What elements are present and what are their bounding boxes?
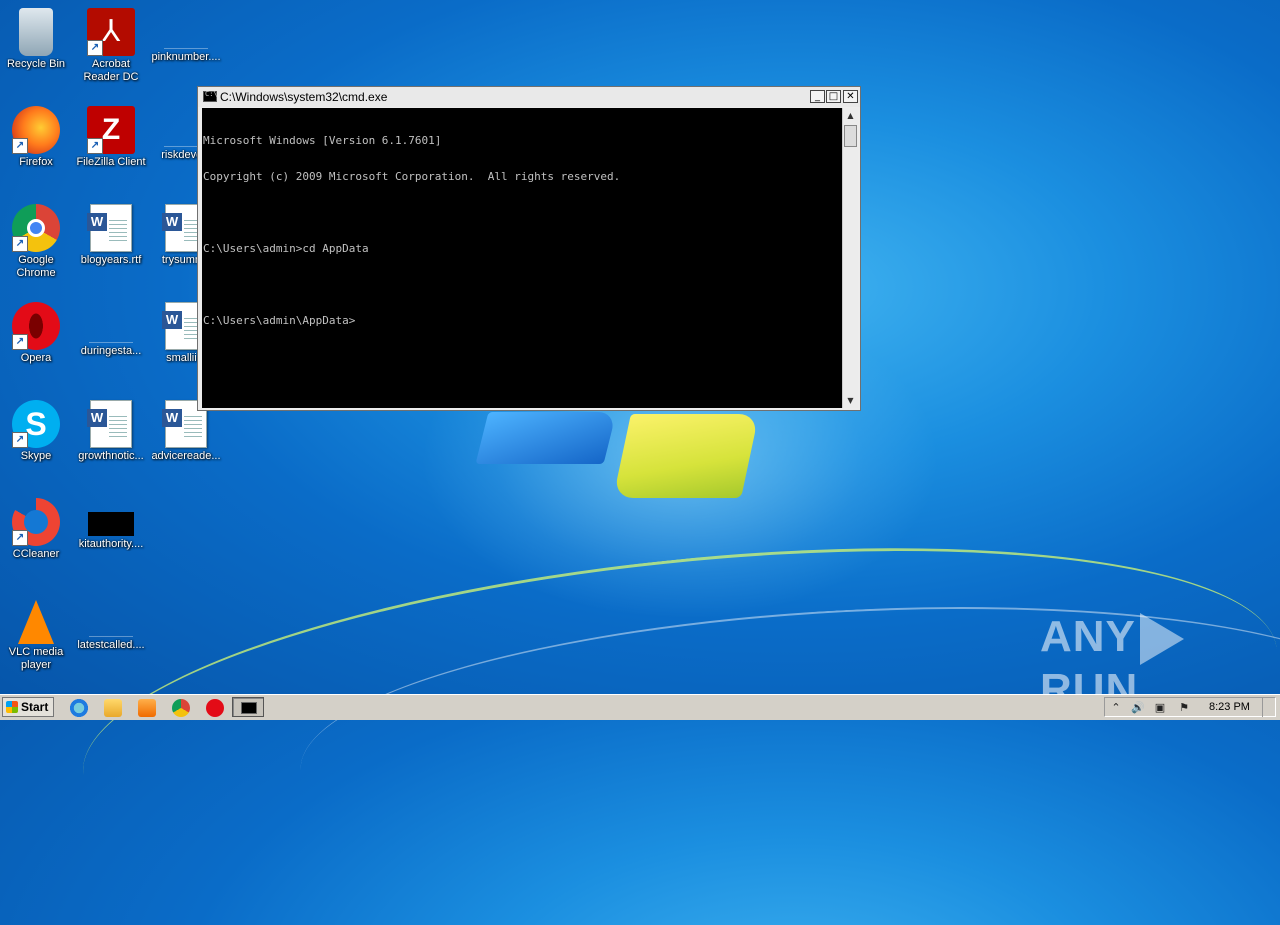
watermark-text: ANY (1040, 612, 1136, 661)
desktop-icon-blogyears[interactable]: blogyears.rtf (73, 204, 149, 267)
start-button[interactable]: Start (2, 697, 54, 717)
acrobat-reader-icon: ⅄ ↗ (87, 8, 135, 56)
shortcut-arrow-icon: ↗ (12, 138, 28, 154)
desktop-icon-recycle-bin[interactable]: Recycle Bin (0, 8, 74, 71)
console-prompt[interactable]: C:\Users\admin\AppData> (203, 315, 842, 327)
maximize-button[interactable]: □ (826, 90, 841, 103)
word-document-icon (87, 400, 132, 448)
desktop-icon-ccleaner[interactable]: ↗ CCleaner (0, 498, 74, 561)
network-icon[interactable]: ▣ (1153, 701, 1167, 714)
opera-icon[interactable] (206, 699, 224, 717)
internet-explorer-icon[interactable] (70, 699, 88, 717)
taskbar: Start ⌃ 🔊 ▣ ⚑ 8:23 PM (0, 694, 1280, 720)
chrome-icon: ↗ (12, 204, 60, 252)
word-document-icon (87, 204, 132, 252)
desktop-icon-label: blogyears.rtf (80, 254, 142, 266)
cmd-titlebar[interactable]: C:\Windows\system32\cmd.exe _ □ ✕ (198, 87, 860, 107)
desktop-icon-filezilla[interactable]: Z ↗ FileZilla Client (73, 106, 149, 169)
console-line: Copyright (c) 2009 Microsoft Corporation… (203, 170, 621, 183)
shortcut-arrow-icon: ↗ (12, 334, 28, 350)
media-player-icon[interactable] (138, 699, 156, 717)
blank-file-icon (164, 44, 208, 49)
scroll-down-arrow-icon[interactable]: ▼ (843, 393, 858, 408)
desktop-icon-pinknumber[interactable]: pinknumber.... (148, 8, 224, 64)
windows-logo-icon (6, 701, 18, 713)
desktop-icon-label: growthnotic... (78, 450, 144, 462)
show-hidden-icons-icon[interactable]: ⌃ (1109, 701, 1123, 714)
desktop-icon-label: Google Chrome (16, 254, 56, 279)
desktop-icon-label: Firefox (19, 156, 53, 168)
play-icon (1139, 613, 1184, 666)
cmd-icon[interactable] (203, 90, 218, 102)
desktop-icon-latestcalled[interactable]: latestcalled.... (73, 596, 149, 652)
console-output[interactable]: Microsoft Windows [Version 6.1.7601] Cop… (202, 108, 842, 408)
desktop-icon-label: FileZilla Client (76, 156, 146, 168)
chrome-icon[interactable] (172, 699, 190, 717)
clock[interactable]: 8:23 PM (1209, 701, 1250, 713)
shortcut-arrow-icon: ↗ (12, 236, 28, 252)
start-label: Start (21, 700, 49, 714)
skype-icon: S ↗ (12, 400, 60, 448)
action-center-flag-icon[interactable]: ⚑ (1177, 701, 1191, 714)
opera-icon: ↗ (12, 302, 60, 350)
scroll-up-arrow-icon[interactable]: ▲ (843, 108, 858, 123)
desktop-icon-label: Skype (20, 450, 52, 462)
desktop-icon-vlc[interactable]: VLC media player (0, 596, 74, 672)
desktop-icon-label: CCleaner (12, 548, 60, 560)
desktop-icon-duringesta[interactable]: duringesta... (73, 302, 149, 358)
desktop-icon-firefox[interactable]: ↗ Firefox (0, 106, 74, 169)
windows-explorer-icon[interactable] (104, 699, 122, 717)
desktop-icon-label: advicereade... (151, 450, 221, 462)
close-button[interactable]: ✕ (843, 90, 858, 103)
desktop-icon-opera[interactable]: ↗ Opera (0, 302, 74, 365)
cmd-window[interactable]: C:\Windows\system32\cmd.exe _ □ ✕ Micros… (197, 86, 861, 411)
console-line: C:\Users\admin>cd AppData (203, 242, 369, 255)
desktop-icon-label: kitauthority.... (78, 538, 144, 550)
scrollbar-thumb[interactable] (844, 125, 857, 147)
desktop-icon-skype[interactable]: S ↗ Skype (0, 400, 74, 463)
firefox-icon: ↗ (12, 106, 60, 154)
black-image-file-icon (88, 512, 134, 536)
desktop-icon-kitauthority[interactable]: kitauthority.... (73, 498, 149, 551)
taskbar-item-cmd[interactable] (232, 697, 264, 717)
desktop-icon-label: latestcalled.... (77, 639, 145, 651)
desktop-icon-label: duringesta... (80, 345, 142, 357)
volume-icon[interactable]: 🔊 (1131, 701, 1145, 714)
desktop-icon-google-chrome[interactable]: ↗ Google Chrome (0, 204, 74, 280)
desktop-icon-growthnotic[interactable]: growthnotic... (73, 400, 149, 463)
ccleaner-icon: ↗ (12, 498, 60, 546)
vertical-scrollbar[interactable]: ▲ ▼ (842, 108, 858, 408)
filezilla-icon: Z ↗ (87, 106, 135, 154)
shortcut-arrow-icon: ↗ (12, 530, 28, 546)
desktop-icon-acrobat-reader[interactable]: ⅄ ↗ Acrobat Reader DC (73, 8, 149, 84)
show-desktop-button[interactable] (1262, 697, 1277, 717)
blank-file-icon (89, 632, 133, 637)
desktop-icon-label: pinknumber.... (151, 51, 221, 63)
minimize-button[interactable]: _ (810, 90, 825, 103)
desktop-icon-label: Opera (20, 352, 52, 364)
desktop-icon-label: VLC media player (8, 646, 64, 671)
desktop-icon-label: Acrobat Reader DC (83, 58, 139, 83)
wallpaper-windows-logo-blue (475, 412, 617, 464)
recycle-bin-icon (19, 8, 53, 56)
shortcut-arrow-icon: ↗ (87, 138, 103, 154)
shortcut-arrow-icon: ↗ (12, 432, 28, 448)
window-title: C:\Windows\system32\cmd.exe (220, 90, 388, 104)
blank-file-icon (89, 338, 133, 343)
vlc-icon (18, 600, 54, 644)
system-tray: ⌃ 🔊 ▣ ⚑ 8:23 PM (1104, 697, 1276, 717)
wallpaper-windows-logo-yellow (613, 414, 759, 498)
desktop-icon-label: Recycle Bin (6, 58, 66, 70)
shortcut-arrow-icon: ↗ (87, 40, 103, 56)
console-line: Microsoft Windows [Version 6.1.7601] (203, 134, 442, 147)
